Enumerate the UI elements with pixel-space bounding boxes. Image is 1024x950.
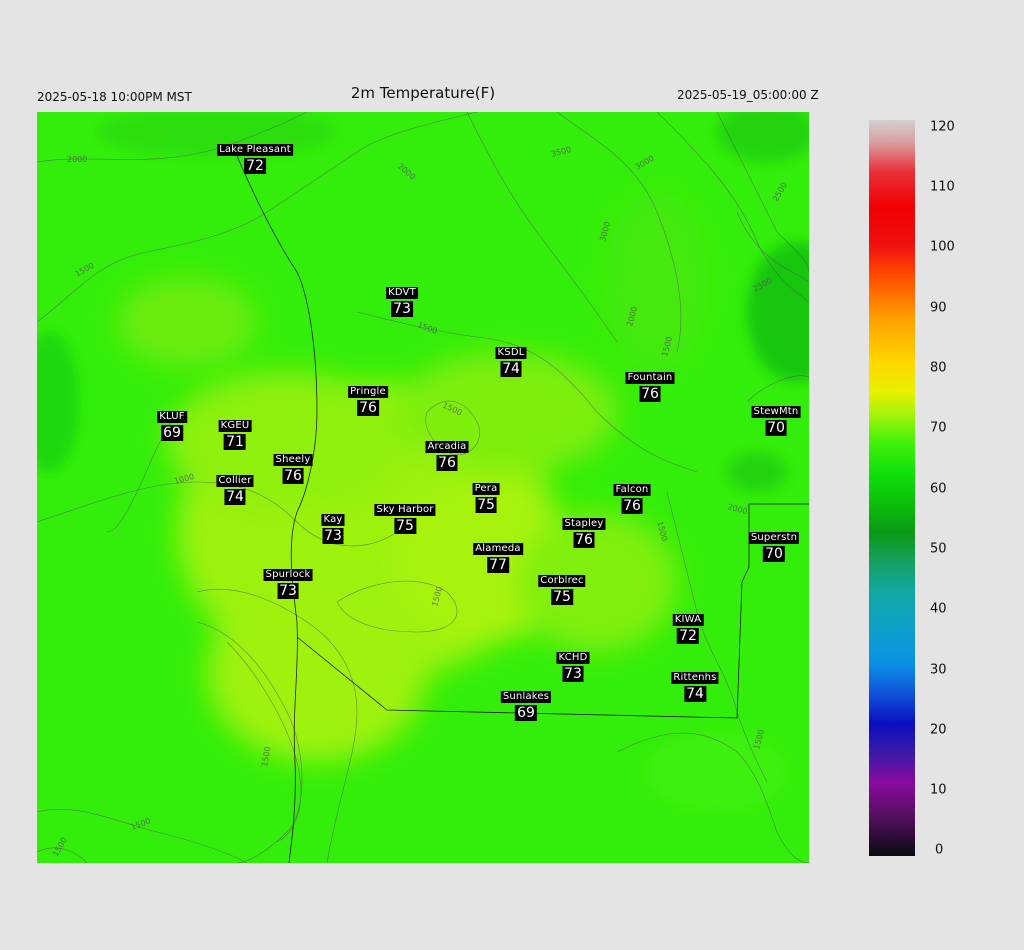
station-temp: 70 bbox=[763, 546, 785, 562]
station-temp: 70 bbox=[765, 420, 787, 436]
station-marker: Sky Harbor 75 bbox=[374, 499, 436, 534]
station-marker: Arcadia 76 bbox=[425, 436, 469, 471]
station-marker: KDVT 73 bbox=[386, 282, 418, 317]
colorbar-tick-label: 20 bbox=[930, 722, 947, 738]
colorbar-tick-label: 70 bbox=[930, 420, 947, 436]
station-name: StewMtn bbox=[751, 406, 801, 418]
station-name: KIWA bbox=[672, 614, 704, 626]
station-temp: 73 bbox=[562, 666, 584, 682]
station-marker: Lake Pleasant 72 bbox=[217, 139, 293, 174]
station-name: Pera bbox=[472, 483, 500, 495]
station-temp: 73 bbox=[391, 301, 413, 317]
station-name: Sky Harbor bbox=[374, 504, 436, 516]
station-name: Corblrec bbox=[538, 575, 586, 587]
station-marker: Falcon 76 bbox=[613, 479, 651, 514]
station-name: Lake Pleasant bbox=[217, 144, 293, 156]
station-temp: 74 bbox=[500, 361, 522, 377]
station-marker: KCHD 73 bbox=[556, 647, 590, 682]
station-marker: Fountain 76 bbox=[625, 367, 675, 402]
station-name: Rittenhs bbox=[671, 672, 719, 684]
station-temp: 74 bbox=[224, 489, 246, 505]
station-name: Pringle bbox=[348, 386, 388, 398]
station-marker: Corblrec 75 bbox=[538, 570, 586, 605]
station-temp: 72 bbox=[677, 628, 699, 644]
station-marker: KGEU 71 bbox=[218, 415, 252, 450]
colorbar-tick-label: 50 bbox=[930, 541, 947, 557]
station-name: Sunlakes bbox=[500, 691, 552, 703]
colorbar-tick-label: 0 bbox=[935, 842, 944, 858]
station-marker: Stapley 76 bbox=[562, 513, 606, 548]
station-marker: Rittenhs 74 bbox=[671, 667, 719, 702]
colorbar-gradient bbox=[869, 120, 915, 856]
station-marker: KIWA 72 bbox=[672, 609, 704, 644]
station-temp: 76 bbox=[639, 386, 661, 402]
station-marker: KLUF 69 bbox=[157, 406, 187, 441]
station-name: KSDL bbox=[495, 347, 527, 359]
station-name: Arcadia bbox=[425, 441, 469, 453]
station-name: Stapley bbox=[562, 518, 606, 530]
station-temp: 75 bbox=[475, 497, 497, 513]
station-temp: 74 bbox=[684, 686, 706, 702]
colorbar-tick-label: 40 bbox=[930, 601, 947, 617]
station-temp: 77 bbox=[487, 557, 509, 573]
station-marker: Sunlakes 69 bbox=[500, 686, 552, 721]
station-marker: KSDL 74 bbox=[495, 342, 527, 377]
station-name: KCHD bbox=[556, 652, 590, 664]
station-temp: 69 bbox=[161, 425, 183, 441]
station-marker: Collier 74 bbox=[216, 470, 254, 505]
colorbar-tick-label: 80 bbox=[930, 360, 947, 376]
station-temp: 69 bbox=[515, 705, 537, 721]
station-name: Falcon bbox=[613, 484, 651, 496]
station-name: Superstn bbox=[748, 532, 800, 544]
station-name: KLUF bbox=[157, 411, 187, 423]
station-name: KDVT bbox=[386, 287, 418, 299]
utc-time-label: 2025-05-19_05:00:00 Z bbox=[677, 88, 819, 102]
colorbar-tick-label: 90 bbox=[930, 300, 947, 316]
station-marker: Superstn 70 bbox=[748, 527, 800, 562]
contour-label: 2000 bbox=[67, 155, 87, 164]
station-marker: Spurlock 73 bbox=[263, 564, 313, 599]
colorbar-tick-label: 30 bbox=[930, 662, 947, 678]
station-marker: Pringle 76 bbox=[348, 381, 388, 416]
colorbar bbox=[869, 120, 915, 856]
station-marker: Sheely 76 bbox=[273, 449, 313, 484]
station-temp: 76 bbox=[621, 498, 643, 514]
station-temp: 76 bbox=[436, 455, 458, 471]
station-temp: 72 bbox=[244, 158, 266, 174]
station-temp: 75 bbox=[394, 518, 416, 534]
station-marker: Alameda 77 bbox=[473, 538, 523, 573]
colorbar-tick-label: 120 bbox=[930, 119, 955, 135]
station-temp: 71 bbox=[224, 434, 246, 450]
colorbar-tick-label: 100 bbox=[930, 239, 955, 255]
map-field: 2000 2500 3000 3500 2000 3000 2500 1500 … bbox=[37, 112, 809, 863]
station-marker: Pera 75 bbox=[472, 478, 500, 513]
station-marker: Kay 73 bbox=[321, 509, 345, 544]
station-temp: 76 bbox=[357, 400, 379, 416]
colorbar-tick-label: 110 bbox=[930, 179, 955, 195]
station-name: Kay bbox=[321, 514, 345, 526]
station-marker: StewMtn 70 bbox=[751, 401, 801, 436]
station-temp: 73 bbox=[277, 583, 299, 599]
station-name: Spurlock bbox=[263, 569, 313, 581]
station-temp: 73 bbox=[322, 528, 344, 544]
temperature-map: 2000 2500 3000 3500 2000 3000 2500 1500 … bbox=[37, 112, 809, 863]
station-temp: 76 bbox=[573, 532, 595, 548]
station-name: KGEU bbox=[218, 420, 252, 432]
station-name: Fountain bbox=[625, 372, 675, 384]
station-name: Collier bbox=[216, 475, 254, 487]
colorbar-tick-label: 60 bbox=[930, 481, 947, 497]
station-name: Sheely bbox=[273, 454, 313, 466]
station-temp: 76 bbox=[282, 468, 304, 484]
station-name: Alameda bbox=[473, 543, 523, 555]
colorbar-tick-label: 10 bbox=[930, 782, 947, 798]
station-temp: 75 bbox=[551, 589, 573, 605]
